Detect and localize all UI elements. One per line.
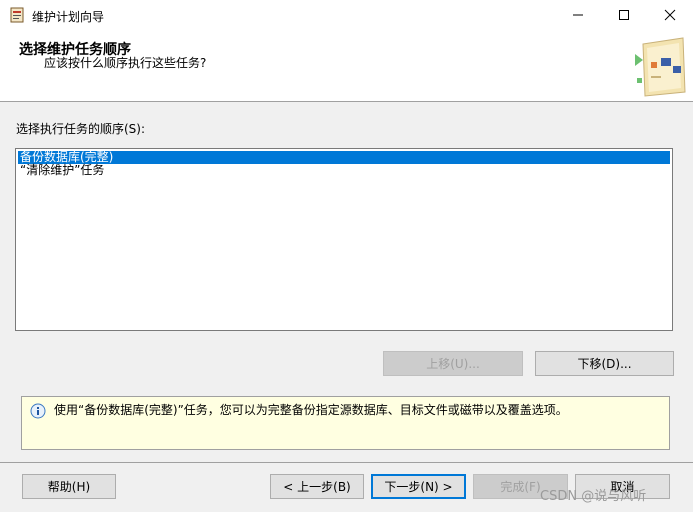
task-order-listbox[interactable]: 备份数据库(完整) “清除维护”任务 bbox=[15, 148, 673, 331]
task-description-panel: 使用“备份数据库(完整)”任务，您可以为完整备份指定源数据库、目标文件或磁带以及… bbox=[21, 396, 670, 450]
back-button[interactable]: < 上一步(B) bbox=[270, 474, 364, 499]
watermark: CSDN @说与风听 bbox=[540, 489, 647, 504]
move-up-button[interactable]: 上移(U)... bbox=[383, 351, 523, 376]
maximize-button[interactable] bbox=[601, 0, 647, 30]
wizard-app-icon bbox=[10, 7, 24, 23]
close-icon bbox=[664, 9, 676, 21]
info-icon bbox=[30, 403, 46, 419]
close-button[interactable] bbox=[647, 0, 693, 30]
page-subtitle: 应该按什么顺序执行这些任务? bbox=[44, 56, 207, 70]
wizard-header-illustration bbox=[635, 37, 686, 97]
next-button[interactable]: 下一步(N) > bbox=[371, 474, 466, 499]
help-button[interactable]: 帮助(H) bbox=[22, 474, 116, 499]
maintenance-plan-wizard-window: 维护计划向导 选择维护任务顺序 应该按什么顺序执行这些任务? 选择执行任务的顺序… bbox=[0, 0, 693, 512]
footer-divider bbox=[0, 462, 693, 463]
window-title: 维护计划向导 bbox=[32, 10, 105, 24]
maximize-icon bbox=[619, 10, 629, 20]
list-item[interactable]: “清除维护”任务 bbox=[18, 164, 104, 177]
task-order-label: 选择执行任务的顺序(S): bbox=[16, 122, 146, 136]
task-description-text: 使用“备份数据库(完整)”任务，您可以为完整备份指定源数据库、目标文件或磁带以及… bbox=[54, 403, 568, 417]
move-down-button[interactable]: 下移(D)... bbox=[535, 351, 674, 376]
list-item[interactable]: 备份数据库(完整) bbox=[18, 151, 670, 164]
wizard-header: 选择维护任务顺序 应该按什么顺序执行这些任务? bbox=[0, 30, 693, 102]
minimize-icon bbox=[573, 14, 583, 16]
minimize-button[interactable] bbox=[555, 0, 601, 30]
title-bar[interactable]: 维护计划向导 bbox=[0, 0, 693, 30]
